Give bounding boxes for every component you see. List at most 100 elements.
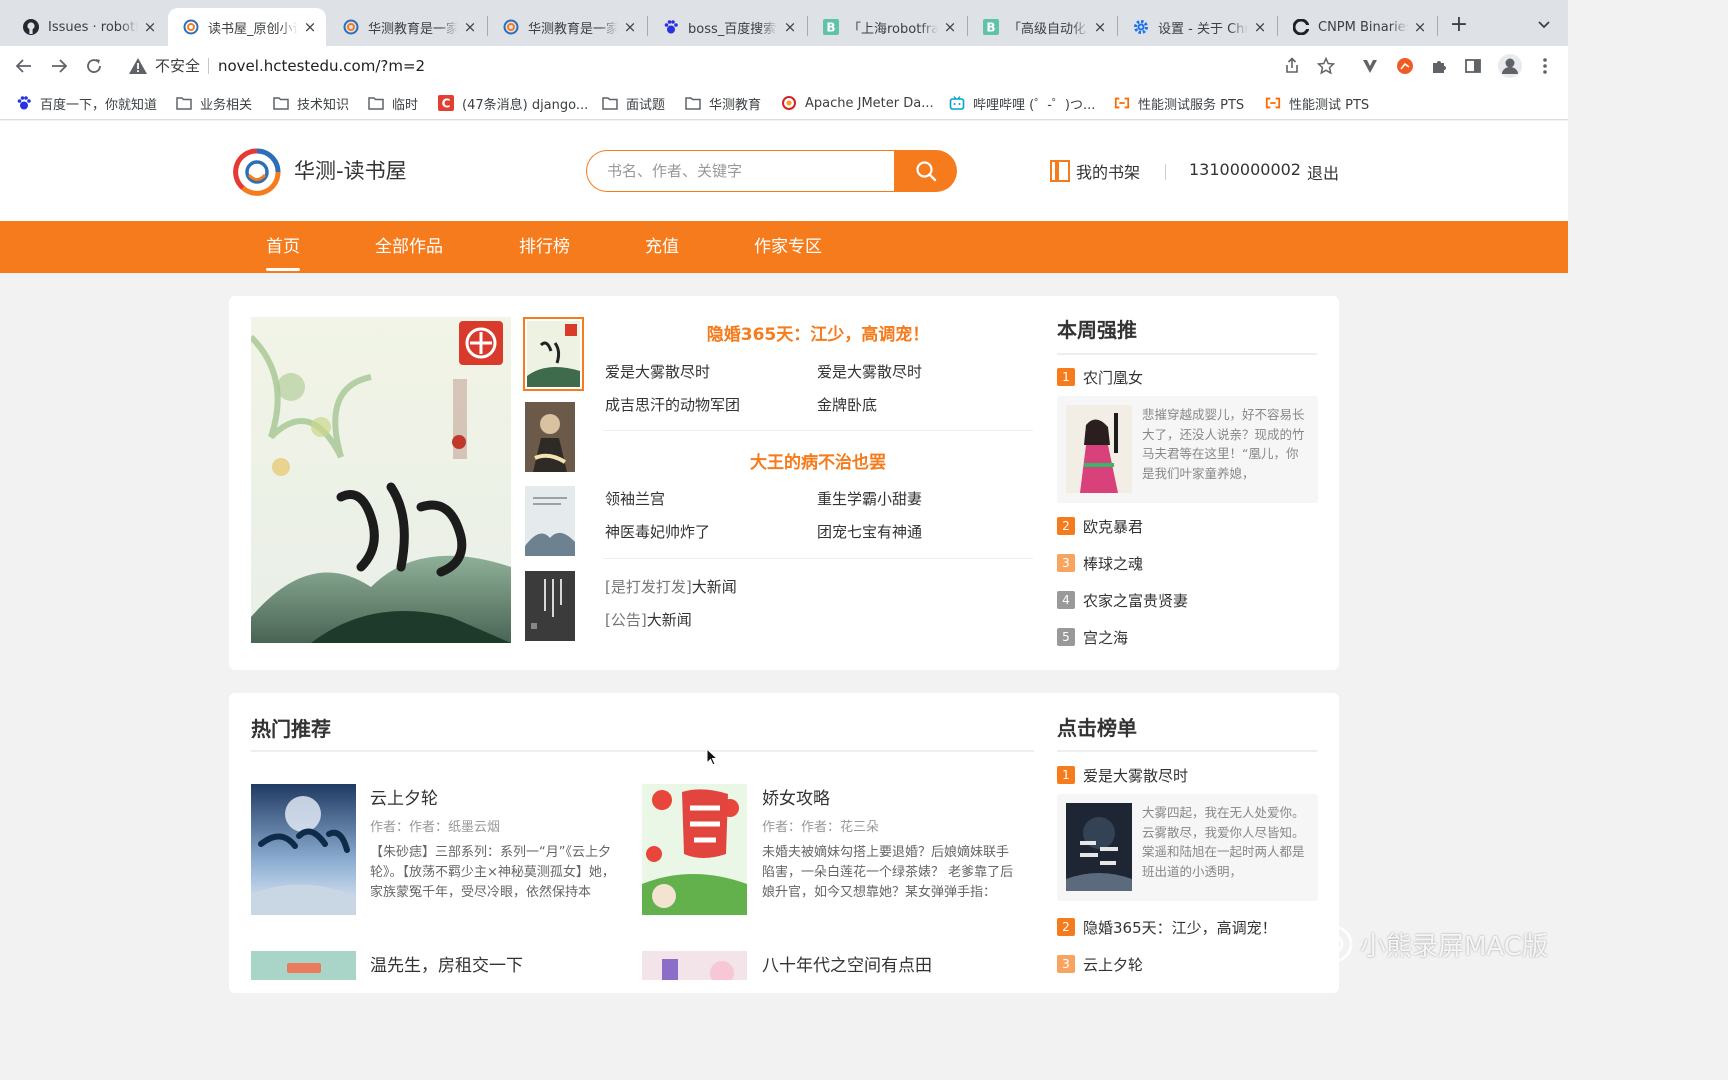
featured-book-link[interactable]: 领袖兰宫 [605, 489, 665, 509]
news-item[interactable]: [是打发打发]大新闻 [605, 577, 737, 597]
weekly-rank-item[interactable]: 1 农门凰女 [1057, 367, 1143, 387]
nav-home[interactable]: 首页 [266, 221, 300, 273]
close-tab-icon[interactable]: × [782, 19, 798, 35]
nav-author-zone[interactable]: 作家专区 [754, 221, 822, 273]
click-rank-item[interactable]: 2 隐婚365天：江少，高调宠！ [1057, 917, 1277, 937]
hot-book-title[interactable]: 娇女攻略 [762, 784, 830, 809]
bookmark-item[interactable]: 性能测试服务 PTS [1114, 93, 1244, 113]
featured-book-link[interactable]: 团宠七宝有神通 [817, 522, 922, 542]
reload-icon[interactable] [82, 54, 106, 78]
tab-separator [1437, 16, 1438, 36]
rank-book-cover[interactable] [1066, 405, 1132, 493]
forward-arrow-icon[interactable] [47, 54, 71, 78]
banner-book-cover[interactable] [251, 317, 511, 643]
rank-book-cover[interactable] [1066, 803, 1132, 891]
back-arrow-icon[interactable] [12, 54, 36, 78]
banner-thumb[interactable] [525, 402, 575, 472]
new-tab-plus-icon[interactable]: + [1448, 14, 1470, 36]
my-bookshelf-link[interactable]: 我的书架 [1050, 159, 1140, 183]
bookmark-item[interactable]: Apache JMeter Da... [781, 93, 934, 113]
hot-book-title[interactable]: 温先生，房租交一下 [370, 951, 523, 976]
hot-book-cover[interactable] [251, 784, 356, 915]
site-logo-icon[interactable] [233, 148, 281, 196]
bookmark-item[interactable]: 百度一下，你就知道 [16, 93, 157, 113]
address-bar-url[interactable]: novel.hctestedu.com/?m=2 [218, 56, 425, 76]
bookmark-folder[interactable]: 华测教育 [685, 93, 761, 113]
browser-tab[interactable]: Issues · robotframework × [8, 8, 166, 46]
click-rank-rule [1057, 750, 1317, 752]
close-tab-icon[interactable]: × [1252, 19, 1268, 35]
browser-tab[interactable]: 华测教育是一家 × [328, 8, 486, 46]
hot-book-title[interactable]: 八十年代之空间有点田 [762, 951, 932, 976]
featured-headline[interactable]: 隐婚365天：江少，高调宠！ [603, 320, 1033, 345]
banner-thumb[interactable] [525, 486, 575, 556]
close-tab-icon[interactable]: × [1412, 19, 1428, 35]
search-input[interactable] [607, 151, 887, 191]
featured-book-link[interactable]: 爱是大雾散尽时 [605, 362, 710, 382]
warning-triangle-icon[interactable] [128, 56, 148, 76]
close-tab-icon[interactable]: × [462, 19, 478, 35]
news-item[interactable]: [公告]大新闻 [605, 610, 692, 630]
banner-thumb[interactable] [523, 317, 584, 391]
tab-search-chevron-icon[interactable] [1536, 16, 1552, 32]
search-button[interactable] [894, 150, 957, 192]
close-tab-icon[interactable]: × [622, 19, 638, 35]
bookmark-item[interactable]: C (47条消息) django... [438, 93, 588, 113]
click-rank-item[interactable]: 3 云上夕轮 [1057, 954, 1143, 974]
baidu-paw-icon [662, 18, 680, 36]
bookmark-folder[interactable]: 面试题 [602, 93, 665, 113]
browser-tab[interactable]: 华测教育是一家 × [488, 8, 646, 46]
hot-book-author[interactable]: 作者：作者：花三朵 [762, 816, 879, 835]
hot-section-title: 热门推荐 [251, 717, 331, 741]
weekly-rank-item[interactable]: 4 农家之富贵贤妻 [1057, 590, 1188, 610]
user-phone[interactable]: 13100000002 [1189, 160, 1301, 179]
featured-book-link[interactable]: 成吉思汗的动物军团 [605, 395, 740, 415]
side-panel-icon[interactable] [1463, 56, 1483, 76]
bookmark-star-icon[interactable] [1316, 56, 1336, 76]
nav-all-works[interactable]: 全部作品 [375, 221, 443, 273]
featured-headline[interactable]: 大王的病不治也罢 [603, 448, 1033, 473]
orange-extension-icon[interactable] [1395, 56, 1415, 76]
featured-book-link[interactable]: 金牌卧底 [817, 395, 877, 415]
featured-book-link[interactable]: 爱是大雾散尽时 [817, 362, 922, 382]
bookmark-item[interactable]: 性能测试 PTS [1265, 93, 1369, 113]
site-name[interactable]: 华测-读书屋 [294, 157, 407, 185]
nav-recharge[interactable]: 充值 [645, 221, 679, 273]
browser-tab[interactable]: 设置 - 关于 Chrome × [1118, 8, 1276, 46]
kebab-menu-icon[interactable] [1535, 56, 1555, 76]
browser-tab-active[interactable]: 读书屋_原创小说 × [168, 8, 326, 46]
hot-book-cover[interactable] [642, 784, 747, 915]
bookmark-item[interactable]: 哔哩哔哩 (゜-゜)つ... [949, 93, 1095, 113]
nav-rankings[interactable]: 排行榜 [519, 221, 570, 273]
browser-tab[interactable]: boss_百度搜索 × [648, 8, 806, 46]
hot-book-cover[interactable] [251, 951, 356, 980]
logout-link[interactable]: 退出 [1307, 160, 1339, 184]
banner-thumb[interactable] [525, 571, 575, 641]
rank-badge: 2 [1057, 517, 1075, 535]
hot-book-title[interactable]: 云上夕轮 [370, 784, 438, 809]
share-icon[interactable] [1282, 56, 1302, 76]
close-tab-icon[interactable]: × [142, 19, 158, 35]
hot-book-cover[interactable] [642, 951, 747, 980]
hot-book-author[interactable]: 作者：作者：纸墨云烟 [370, 816, 500, 835]
browser-tab[interactable]: B 「上海robotframe × [808, 8, 966, 46]
weekly-rank-item[interactable]: 3 棒球之魂 [1057, 553, 1143, 573]
browser-tab[interactable]: B 「高级自动化测 × [968, 8, 1116, 46]
aliyun-bracket-icon [1114, 95, 1130, 111]
bookmark-folder[interactable]: 临时 [368, 93, 418, 113]
weekly-rank-item[interactable]: 5 宫之海 [1057, 627, 1128, 647]
featured-book-link[interactable]: 重生学霸小甜妻 [817, 489, 922, 509]
browser-tab[interactable]: CNPM Binaries × [1278, 8, 1436, 46]
security-label[interactable]: 不安全 [155, 56, 200, 76]
close-tab-icon[interactable]: × [1092, 19, 1108, 35]
bookmark-folder[interactable]: 技术知识 [273, 93, 349, 113]
close-tab-icon[interactable]: × [942, 19, 958, 35]
weekly-rank-item[interactable]: 2 欧克暴君 [1057, 516, 1143, 536]
featured-book-link[interactable]: 神医毒妃帅炸了 [605, 522, 710, 542]
extensions-puzzle-icon[interactable] [1429, 56, 1449, 76]
click-rank-item[interactable]: 1 爱是大雾散尽时 [1057, 765, 1188, 785]
close-tab-icon[interactable]: × [302, 19, 318, 35]
bookmark-folder[interactable]: 业务相关 [176, 93, 252, 113]
profile-avatar-icon[interactable] [1497, 53, 1523, 79]
vpn-extension-icon[interactable] [1360, 56, 1380, 76]
